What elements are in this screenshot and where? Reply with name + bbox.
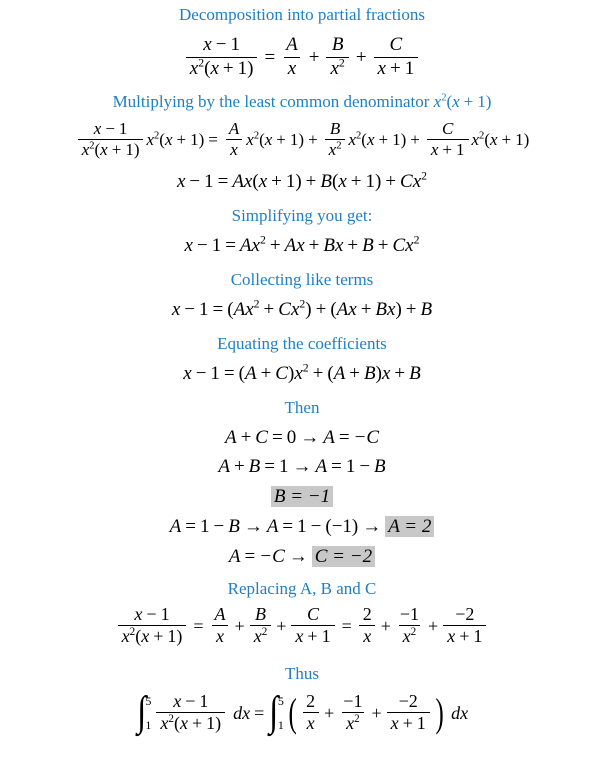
heading-multiplying-text: Multiplying by the least common denomina… (112, 92, 434, 112)
equals-sign: = (264, 46, 276, 68)
heading-thus: Thus (0, 665, 604, 682)
result-b-highlight: B = −1 (270, 485, 334, 507)
equation-10-prefix: A = 1− B → A = 1− (−1) → (169, 515, 382, 537)
rhs-fraction-b: −1 x2 (342, 690, 364, 734)
heading-then-text: Then (284, 397, 320, 417)
heading-then: Then (0, 399, 604, 416)
plus-sign-13a: + (324, 702, 335, 723)
heading-simplifying: Simplifying you get: (0, 207, 604, 224)
rhs-fraction-c: −2 x +1 (386, 691, 430, 734)
fraction-lhs: x −1 x2(x +1) (185, 34, 258, 80)
plus-sign-4: + (410, 130, 420, 150)
heading-multiplying-math: x2(x +1) (433, 92, 492, 112)
heading-replacing-text: Replacing A, B and C (227, 578, 377, 598)
fraction-term-a: A x (282, 34, 302, 79)
fraction-lhs-2: x −1 x2(x +1) (77, 119, 144, 160)
equation-7: A + C = 0 → A = −C (0, 428, 604, 447)
plus-sign-12c: + (380, 615, 391, 636)
integral-icon: ∫ (137, 689, 147, 736)
page-title: Decomposition into partial fractions (0, 6, 604, 23)
equation-8-text: A + B = 1 → A = 1− B (218, 455, 386, 477)
equals-sign-13: = (254, 702, 265, 723)
rhs-fraction-a: 2 x (302, 691, 319, 734)
heading-replacing: Replacing A, B and C (0, 580, 604, 597)
plus-sign-12b: + (276, 615, 287, 636)
fraction-value-b: −1 x2 (398, 603, 421, 647)
heading-equating: Equating the coefficients (0, 335, 604, 352)
plus-sign-12a: + (234, 615, 245, 636)
fraction-term-a-2: A x (225, 119, 243, 160)
differential-rhs: dx (451, 702, 469, 723)
equals-sign-12a: = (193, 615, 204, 636)
lcd-factor-4: x2(x +1) (471, 130, 530, 150)
page-title-text: Decomposition into partial fractions (179, 5, 425, 24)
fraction-value-a: 2 x (359, 604, 376, 647)
fraction-term-b-2: B x2 (324, 119, 346, 160)
fraction-value-c: −2 x +1 (443, 604, 487, 647)
integral-icon-2: ∫ (269, 689, 279, 736)
equation-4: x −1 = Ax2 + Ax + Bx + B + Cx2 (0, 233, 604, 256)
fraction-term-c-12: C x +1 (291, 604, 335, 647)
fraction-term-c: C x +1 (373, 34, 419, 79)
fraction-lhs-12: x −1 x2(x +1) (117, 604, 187, 647)
equation-2: x −1 x2(x +1) x2(x +1) = A x x2(x +1) + B x2… (0, 119, 604, 160)
equation-4-text: x −1 = Ax2 + Ax + Bx + B + Cx2 (184, 233, 420, 256)
heading-thus-text: Thus (285, 663, 319, 683)
equation-7-text: A + C = 0 → A = −C (224, 426, 380, 448)
equation-6: x −1 = (A + C)x2 + (A + B)x + B (0, 361, 604, 384)
fraction-term-b: B x2 (326, 34, 349, 79)
equation-5: x −1 = (Ax2 + Cx2) + (Ax + Bx) + B (0, 297, 604, 320)
integral-lhs: ∫ 5 1 (136, 689, 151, 736)
result-a-highlight: A = 2 (385, 515, 435, 537)
plus-sign-12d: + (428, 615, 439, 636)
plus-sign-2: + (355, 46, 367, 68)
equation-9: B = −1 (0, 485, 604, 507)
plus-sign-3: + (308, 130, 318, 150)
fraction-numerator: x −1 (203, 34, 240, 55)
fraction-term-a-12: A x (211, 604, 230, 647)
heading-collecting-text: Collecting like terms (230, 269, 374, 289)
right-paren-big: ) (435, 689, 444, 735)
equation-12: x −1 x2(x +1) = A x + B x2 + C x +1 = 2 x +… (0, 603, 604, 647)
lcd-factor-1: x2(x +1) (146, 130, 205, 150)
heading-collecting: Collecting like terms (0, 271, 604, 288)
heading-multiplying: Multiplying by the least common denomina… (0, 93, 604, 110)
result-c-highlight: C = −2 (311, 545, 376, 567)
equation-13: ∫ 5 1 x −1 x2(x +1) dx = ∫ 5 1 ( 2 x + −1 … (0, 689, 604, 736)
equation-3: x −1 = Ax(x +1) + B(x +1) + Cx2 (0, 169, 604, 192)
document-page: Decomposition into partial fractions x −1… (0, 0, 604, 768)
integrand-fraction: x −1 x2(x +1) (156, 691, 226, 734)
integral-rhs: ∫ 5 1 (268, 689, 283, 736)
fraction-term-b-12: B x2 (249, 604, 272, 647)
fraction-denominator: x2(x +1) (185, 56, 258, 80)
lcd-factor-3: x2(x +1) (348, 130, 407, 150)
plus-sign-1: + (308, 46, 320, 68)
equation-5-text: x −1 = (Ax2 + Cx2) + (Ax + Bx) + B (171, 297, 433, 320)
differential-lhs: dx (233, 702, 251, 723)
equation-10: A = 1− B → A = 1− (−1) → A = 2 (0, 515, 604, 537)
equation-1: x −1 x2(x +1) = A x + B x2 + C x +1 (0, 34, 604, 80)
left-paren-big: ( (288, 689, 297, 735)
equals-sign-12b: = (341, 615, 352, 636)
equation-3-text: x −1 = Ax(x +1) + B(x +1) + Cx2 (176, 169, 428, 192)
heading-equating-text: Equating the coefficients (217, 333, 387, 353)
lcd-factor-2: x2(x +1) (246, 130, 305, 150)
equation-8: A + B = 1 → A = 1− B (0, 457, 604, 476)
heading-simplifying-text: Simplifying you get: (231, 205, 373, 225)
plus-sign-13b: + (371, 702, 382, 723)
equals-sign-2: = (208, 130, 218, 150)
equation-6-text: x −1 = (A + C)x2 + (A + B)x + B (183, 361, 421, 384)
equation-11-prefix: A = −C → (228, 545, 308, 567)
equation-11: A = −C → C = −2 (0, 545, 604, 567)
fraction-term-c-2: C x +1 (426, 119, 469, 160)
